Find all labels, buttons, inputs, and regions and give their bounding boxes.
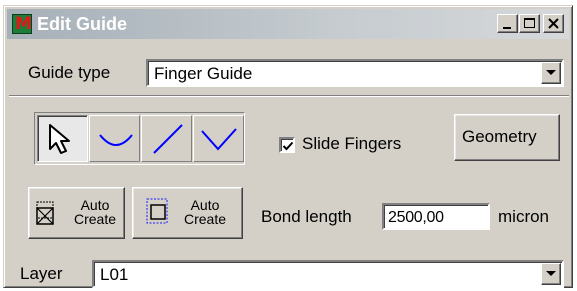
arc-icon [99,134,133,146]
slide-fingers-label: Slide Fingers [302,134,402,153]
layer-value: L01 [100,265,129,284]
select-tool-button[interactable] [37,115,88,162]
auto-create-empty-box-icon [146,198,168,224]
bond-length-input[interactable]: 2500,00 [382,203,490,230]
minimize-icon [503,27,511,29]
guide-type-value: Finger Guide [154,64,253,83]
layer-select[interactable]: L01 [92,260,564,288]
geometry-button[interactable]: Geometry [454,114,560,161]
line-tool-button[interactable] [141,115,192,162]
select-arrow-icon [49,124,70,154]
chevron-down-icon [546,70,556,75]
layer-dropdown-button[interactable] [541,263,561,285]
close-button[interactable] [543,14,564,33]
arc-tool-button[interactable] [89,115,140,162]
title-bar[interactable]: M Edit Guide [7,9,569,39]
bond-length-value: 2500,00 [388,209,444,226]
guide-type-label: Guide type [28,63,111,82]
guide-type-select[interactable]: Finger Guide [146,59,564,87]
auto-create-button-1[interactable]: Auto Create [28,187,125,239]
bond-length-label: Bond length [261,207,352,226]
maximize-icon [524,18,535,28]
auto-create-button-2[interactable]: Auto Create [132,187,243,239]
guide-type-dropdown-button[interactable] [541,62,561,84]
close-icon [548,18,559,29]
separator [9,95,569,97]
checkmark-icon [282,141,294,151]
line-icon [153,124,183,154]
chevron-down-icon [546,271,556,276]
app-logo-icon[interactable]: M [12,14,32,34]
auto-create-label-1: Auto Create [73,197,117,227]
window-title: Edit Guide [37,14,127,34]
auto-create-crossed-box-icon [36,201,54,225]
auto-create-label-2: Auto Create [183,197,227,227]
v-shape-icon [201,128,237,151]
slide-fingers-checkbox[interactable] [279,137,295,153]
geometry-button-label: Geometry [462,127,537,146]
maximize-button[interactable] [519,14,540,33]
edit-guide-dialog: M Edit Guide Guide type Finger Guide Sli… [3,5,573,288]
bond-length-unit: micron [498,207,550,226]
layer-label: Layer [20,264,63,283]
guide-shape-toolbar [34,112,245,165]
v-shape-tool-button[interactable] [193,115,244,162]
minimize-button[interactable] [497,14,518,33]
